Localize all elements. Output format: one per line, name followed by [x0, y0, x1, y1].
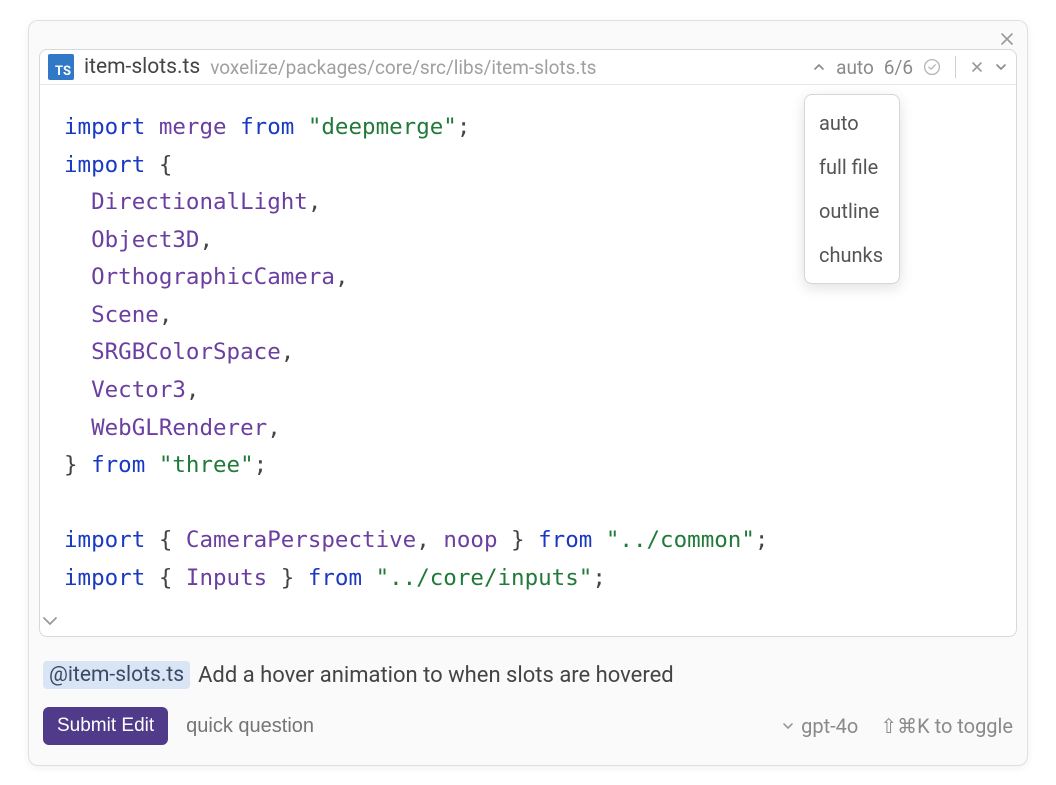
dropdown-item-full-file[interactable]: full file: [805, 145, 899, 189]
dropdown-item-outline[interactable]: outline: [805, 189, 899, 233]
prompt-text[interactable]: Add a hover animation to when slots are …: [198, 663, 674, 688]
assistant-panel: TS item-slots.ts voxelize/packages/core/…: [28, 20, 1028, 766]
context-chip[interactable]: @item-slots.ts: [43, 661, 190, 689]
context-mode-dropdown: auto full file outline chunks: [804, 94, 900, 284]
quick-question-input[interactable]: [186, 715, 486, 738]
chevron-down-icon[interactable]: [994, 60, 1008, 74]
typescript-file-icon: TS: [48, 54, 74, 80]
check-circle-icon: [923, 58, 941, 76]
file-name: item-slots.ts: [84, 55, 200, 79]
file-path: voxelize/packages/core/src/libs/item-slo…: [210, 56, 596, 79]
chevron-up-icon[interactable]: [812, 60, 826, 74]
header-controls: auto 6/6: [812, 56, 1008, 79]
model-name: gpt-4o: [801, 714, 858, 738]
chevron-down-icon: [781, 719, 795, 733]
file-block: TS item-slots.ts voxelize/packages/core/…: [39, 49, 1017, 637]
model-picker[interactable]: gpt-4o: [781, 714, 858, 738]
close-icon[interactable]: [997, 29, 1017, 49]
bottom-row: Submit Edit gpt-4o ⇧⌘K to toggle: [39, 707, 1017, 745]
dropdown-item-chunks[interactable]: chunks: [805, 233, 899, 277]
toggle-hint: ⇧⌘K to toggle: [880, 714, 1013, 738]
context-counter: 6/6: [884, 56, 913, 79]
expand-code-icon[interactable]: [40, 610, 1016, 636]
file-header: TS item-slots.ts voxelize/packages/core/…: [40, 50, 1016, 85]
footer-controls: gpt-4o ⇧⌘K to toggle: [781, 714, 1013, 738]
separator: [955, 56, 956, 78]
dropdown-item-auto[interactable]: auto: [805, 101, 899, 145]
remove-file-icon[interactable]: [970, 60, 984, 74]
submit-edit-button[interactable]: Submit Edit: [43, 707, 168, 745]
prompt-row: @item-slots.ts Add a hover animation to …: [39, 661, 1017, 689]
context-mode-label[interactable]: auto: [836, 56, 874, 79]
